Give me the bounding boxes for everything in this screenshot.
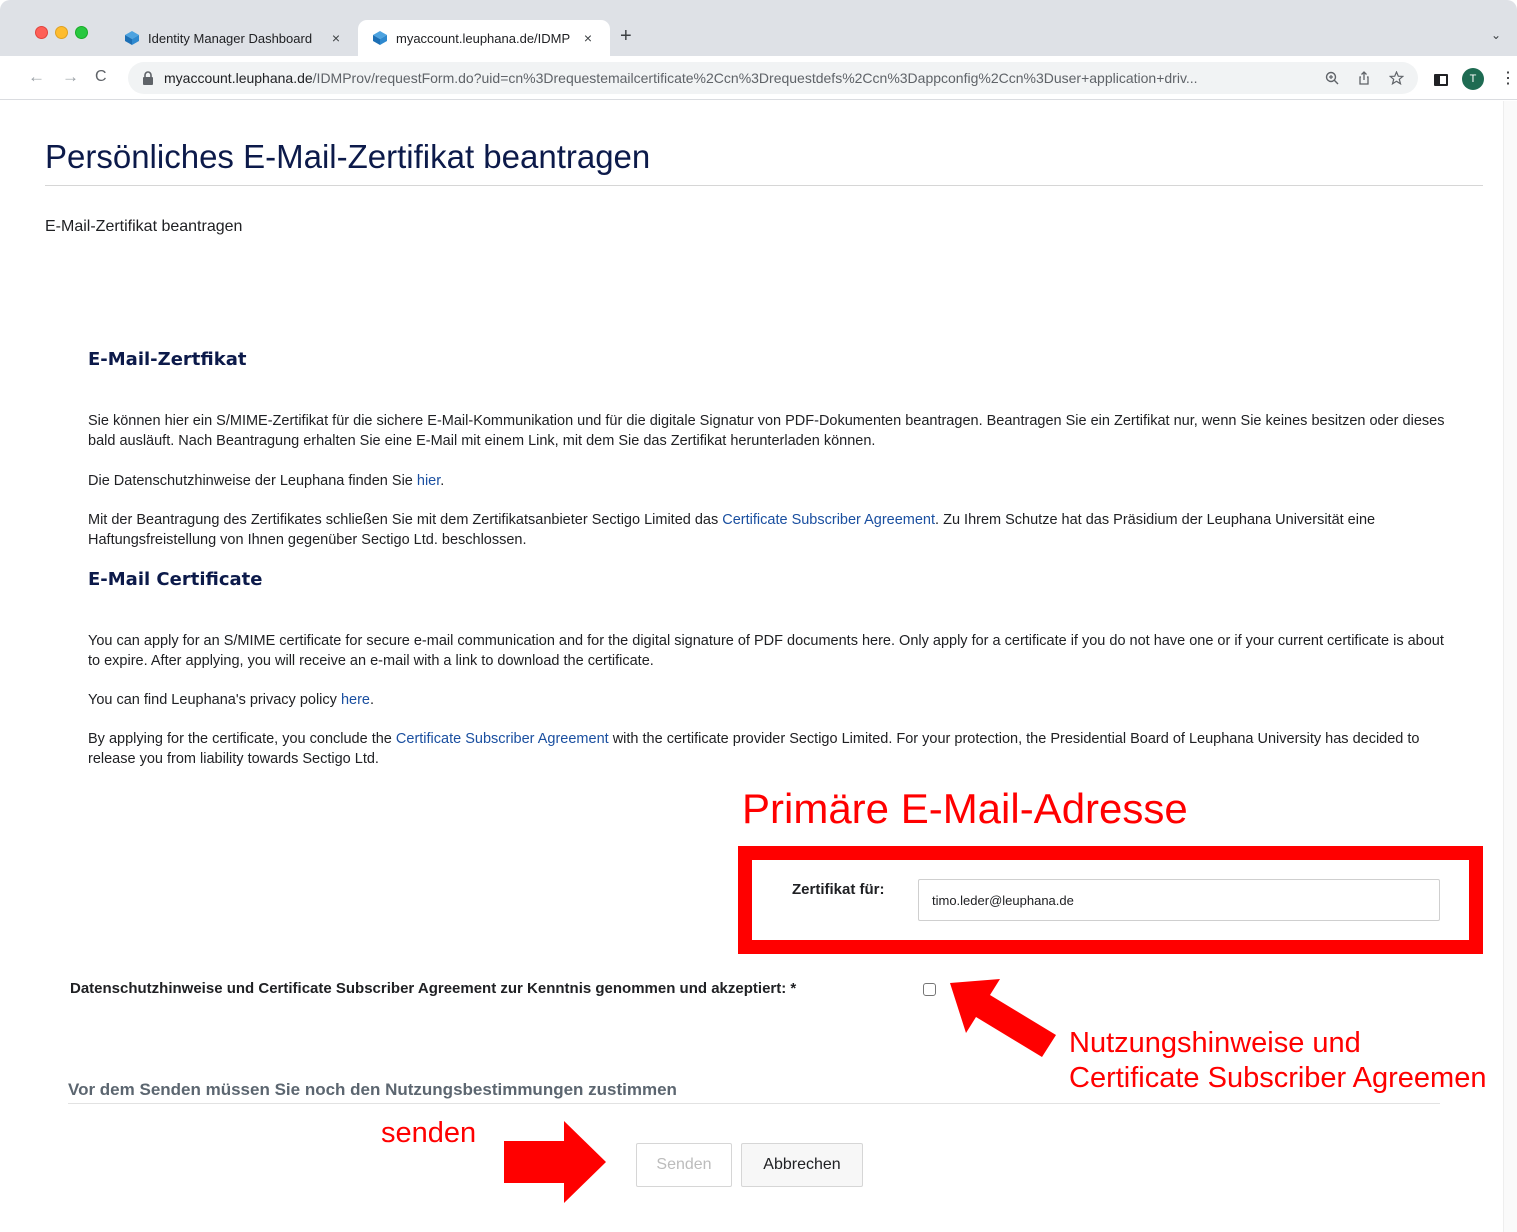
title-divider [45, 185, 1483, 186]
tab-search-chevron-icon[interactable]: ⌄ [1491, 28, 1501, 42]
omnibox-actions [1325, 71, 1404, 85]
scrollbar[interactable] [1503, 101, 1517, 1232]
tab-title: myaccount.leuphana.de/IDMP [396, 30, 571, 46]
accept-terms-label: Datenschutzhinweise und Certificate Subs… [70, 980, 797, 997]
text: You can find Leuphana's privacy policy [88, 692, 341, 708]
bookmark-star-icon[interactable] [1389, 71, 1404, 85]
tab-title: Identity Manager Dashboard [148, 30, 313, 46]
text: . [440, 473, 445, 489]
browser-menu-icon[interactable]: ⋮ [1500, 68, 1516, 88]
cancel-button[interactable]: Abbrechen [741, 1143, 863, 1187]
section-heading-en: E-Mail Certificate [88, 569, 263, 590]
netiq-favicon-icon [373, 31, 387, 45]
annotation-arrow-send-icon [504, 1121, 606, 1203]
agreement-link-de[interactable]: Certificate Subscriber Agreement [722, 512, 935, 528]
browser-toolbar: ← → C myaccount.leuphana.de/IDMProv/requ… [0, 56, 1517, 100]
page-content: Persönliches E-Mail-Zertifikat beantrage… [0, 101, 1517, 1232]
annotation-line: Certificate Subscriber Agreemen [1069, 1062, 1487, 1094]
page-title: Persönliches E-Mail-Zertifikat beantrage… [45, 138, 651, 175]
text: . [369, 692, 374, 708]
close-window-button[interactable] [35, 26, 48, 39]
tab-myaccount[interactable]: myaccount.leuphana.de/IDMP × [358, 20, 610, 56]
validation-notice: Vor dem Senden müssen Sie noch den Nutzu… [68, 1080, 677, 1099]
netiq-favicon-icon [125, 31, 139, 45]
close-tab-icon[interactable]: × [578, 30, 598, 46]
url-text[interactable]: myaccount.leuphana.de/IDMProv/requestFor… [164, 70, 1325, 86]
accept-terms-checkbox[interactable] [923, 983, 936, 996]
back-arrow-icon[interactable]: ← [28, 67, 45, 87]
page-subtitle: E-Mail-Zertifikat beantragen [45, 218, 243, 235]
annotation-highlight-box [738, 846, 1483, 954]
annotation-send: senden [381, 1117, 477, 1149]
paragraph-de-privacy: Die Datenschutzhinweise der Leuphana fin… [88, 471, 1458, 491]
share-icon[interactable] [1357, 71, 1371, 85]
paragraph-de-agreement: Mit der Beantragung des Zertifikates sch… [88, 510, 1458, 550]
new-tab-button[interactable]: + [620, 26, 632, 46]
annotation-primary-email: Primäre E-Mail-Adresse [742, 785, 1188, 832]
close-tab-icon[interactable]: × [326, 30, 346, 46]
annotation-arrow-checkbox-icon [950, 979, 1056, 1057]
section-heading-de: E-Mail-Zertfikat [88, 349, 247, 370]
text: Mit der Beantragung des Zertifikates sch… [88, 512, 723, 528]
annotation-line: Nutzungshinweise und [1069, 1027, 1361, 1059]
paragraph-en-agreement: By applying for the certificate, you con… [88, 729, 1458, 769]
annotation-usage-terms: Nutzungshinweise und Certificate Subscrib… [1069, 1026, 1486, 1096]
tab-bar: Identity Manager Dashboard × myaccount.l… [0, 0, 1517, 56]
forward-arrow-icon[interactable]: → [62, 67, 79, 87]
zoom-icon[interactable] [1325, 71, 1339, 85]
text: By applying for the certificate, you con… [88, 731, 396, 747]
lock-icon[interactable] [142, 71, 154, 85]
text: Die Datenschutzhinweise der Leuphana fin… [88, 473, 417, 489]
url-host: myaccount.leuphana.de [164, 70, 313, 86]
paragraph-de-intro: Sie können hier ein S/MIME-Zertifikat fü… [88, 413, 1445, 449]
send-button[interactable]: Senden [636, 1143, 732, 1187]
maximize-window-button[interactable] [75, 26, 88, 39]
agreement-link-en[interactable]: Certificate Subscriber Agreement [396, 731, 609, 747]
privacy-link-en[interactable]: here [341, 692, 370, 708]
minimize-window-button[interactable] [55, 26, 68, 39]
profile-avatar[interactable]: T [1462, 68, 1484, 90]
paragraph-en-privacy: You can find Leuphana's privacy policy h… [88, 690, 1458, 710]
paragraph-en-intro: You can apply for an S/MIME certificate … [88, 633, 1444, 669]
tab-identity-manager[interactable]: Identity Manager Dashboard × [110, 20, 358, 56]
browser-window: Identity Manager Dashboard × myaccount.l… [0, 0, 1517, 1232]
privacy-link-de[interactable]: hier [417, 473, 440, 489]
url-path: /IDMProv/requestForm.do?uid=cn%3Drequest… [312, 70, 1198, 86]
address-bar[interactable]: myaccount.leuphana.de/IDMProv/requestFor… [128, 62, 1418, 94]
notice-divider [68, 1103, 1440, 1104]
side-panel-icon[interactable] [1434, 74, 1448, 86]
reload-icon[interactable]: C [95, 67, 107, 87]
